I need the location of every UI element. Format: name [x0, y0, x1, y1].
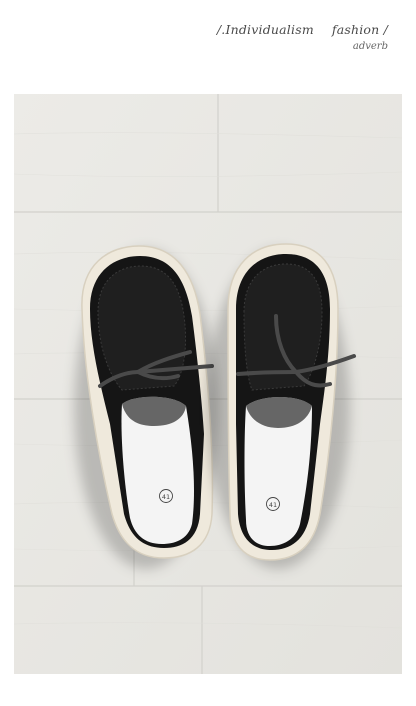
page-header: /.Individualism fashion / adverb [217, 22, 388, 52]
left-shoe: 41 [74, 245, 218, 569]
left-size-label: 41 [162, 493, 170, 501]
right-size-label: 41 [269, 501, 277, 509]
tagline-right: fashion / [331, 22, 388, 37]
brand-subline: adverb [352, 41, 388, 52]
tagline-left: /.Individualism [216, 22, 314, 37]
brand-tagline: /.Individualism fashion / [217, 22, 388, 37]
product-photo: 41 41 [14, 94, 402, 674]
shoe-pair-icon: 41 41 [14, 94, 402, 674]
